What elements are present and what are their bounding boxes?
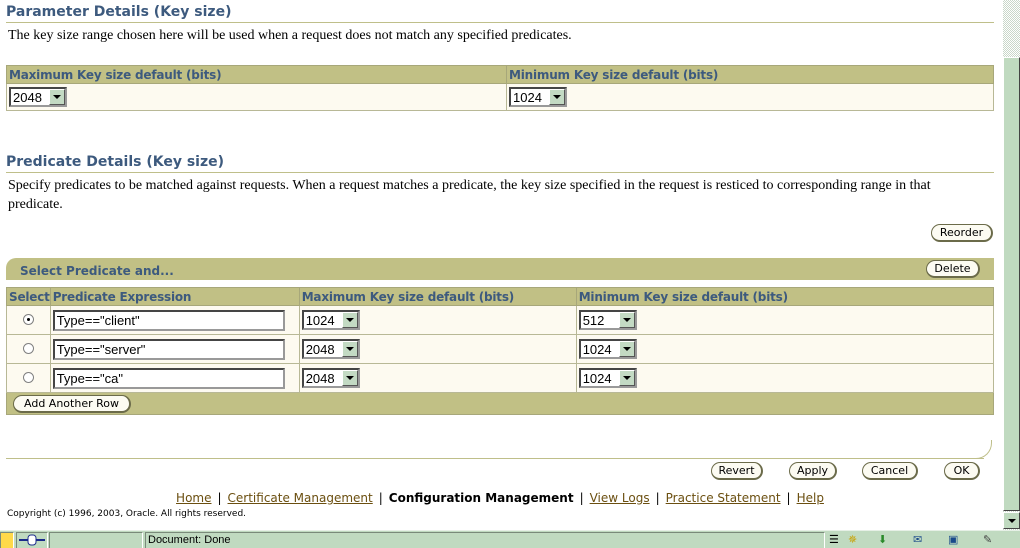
table-row: Type=="ca" 2048 1024 xyxy=(6,363,995,393)
scroll-down-arrow-icon[interactable] xyxy=(1003,512,1020,529)
add-row-bar: Add Another Row xyxy=(6,392,994,415)
section-divider xyxy=(6,22,994,23)
select-predicate-label: Select Predicate and... xyxy=(20,264,174,278)
column-header-max: Maximum Key size default (bits) xyxy=(6,65,507,84)
row-max-key-size-select[interactable]: 1024 xyxy=(301,310,360,330)
chevron-down-icon[interactable] xyxy=(341,341,358,357)
connection-icon xyxy=(16,532,48,548)
column-header-min: Minimum Key size default (bits) xyxy=(575,287,995,306)
lock-icon[interactable] xyxy=(0,532,14,548)
predicates-table: Select Predicate Expression Maximum Key … xyxy=(6,287,995,415)
delete-button[interactable]: Delete xyxy=(926,260,980,278)
predicate-details-title: Predicate Details (Key size) xyxy=(6,154,225,170)
footer-link-home[interactable]: Home xyxy=(176,491,211,505)
section-divider xyxy=(6,172,994,173)
footer-current-configuration-management: Configuration Management xyxy=(388,491,574,505)
predicate-expression-input[interactable]: Type=="client" xyxy=(52,309,285,331)
footer-link-practice-statement[interactable]: Practice Statement xyxy=(666,491,781,505)
row-max-key-size-select[interactable]: 2048 xyxy=(301,339,360,359)
menu-icon[interactable]: ☰ xyxy=(829,533,839,547)
navigator-icon[interactable]: ✵ xyxy=(848,533,857,547)
status-bar: Document: Done ☰ ✵ ⬇ ✉ ▣ ✎ xyxy=(0,530,1020,548)
parameter-details-description: The key size range chosen here will be u… xyxy=(8,28,572,43)
min-key-size-select[interactable]: 1024 xyxy=(509,87,567,107)
divider-corner xyxy=(974,440,992,459)
chat-icon[interactable]: ✉ xyxy=(913,533,922,547)
chevron-down-icon[interactable] xyxy=(618,312,635,328)
predicate-action-bar: Select Predicate and... Delete xyxy=(6,258,994,280)
vertical-scrollbar[interactable] xyxy=(1003,0,1020,530)
chevron-down-icon[interactable] xyxy=(341,312,358,328)
addressbook-icon[interactable]: ▣ xyxy=(948,533,958,547)
predicate-details-description: Specify predicates to be matched against… xyxy=(8,178,931,212)
apply-button[interactable]: Apply xyxy=(789,462,837,480)
progress-cell xyxy=(49,532,143,548)
row-min-key-size-select[interactable]: 1024 xyxy=(578,339,637,359)
predicate-expression-input[interactable]: Type=="server" xyxy=(52,338,285,360)
revert-button[interactable]: Revert xyxy=(711,462,763,480)
chevron-down-icon[interactable] xyxy=(618,341,635,357)
page-viewport: Parameter Details (Key size) The key siz… xyxy=(0,0,1003,530)
row-select-radio[interactable] xyxy=(22,372,34,384)
download-icon[interactable]: ⬇ xyxy=(878,533,887,547)
reorder-button[interactable]: Reorder xyxy=(931,224,993,242)
cancel-button[interactable]: Cancel xyxy=(862,462,918,480)
status-text: Document: Done xyxy=(145,532,825,548)
footer-nav: Home | Certificate Management | Configuratio… xyxy=(176,491,824,505)
chevron-down-icon[interactable] xyxy=(341,370,358,386)
footer-link-view-logs[interactable]: View Logs xyxy=(590,491,650,505)
ok-button[interactable]: OK xyxy=(944,462,980,480)
parameter-defaults-table: Maximum Key size default (bits) Minimum … xyxy=(6,65,994,111)
add-another-row-button[interactable]: Add Another Row xyxy=(13,395,131,413)
chevron-down-icon[interactable] xyxy=(49,89,65,105)
row-select-radio[interactable] xyxy=(22,343,34,355)
row-max-key-size-select[interactable]: 2048 xyxy=(301,368,360,388)
column-header-max: Maximum Key size default (bits) xyxy=(298,287,577,306)
predicate-expression-input[interactable]: Type=="ca" xyxy=(52,367,285,389)
footer-link-certificate-management[interactable]: Certificate Management xyxy=(228,491,373,505)
table-row: Type=="server" 2048 1024 xyxy=(6,334,995,364)
row-min-key-size-select[interactable]: 512 xyxy=(578,310,637,330)
parameter-details-title: Parameter Details (Key size) xyxy=(6,4,232,20)
footer-link-help[interactable]: Help xyxy=(797,491,824,505)
table-row: Type=="client" 1024 512 xyxy=(6,305,995,335)
composer-icon[interactable]: ✎ xyxy=(983,533,992,547)
copyright: Copyright (c) 1996, 2003, Oracle. All ri… xyxy=(7,509,247,519)
column-header-select: Select xyxy=(6,287,51,306)
column-header-min: Minimum Key size default (bits) xyxy=(506,65,994,84)
chevron-down-icon[interactable] xyxy=(549,89,565,105)
column-header-expression: Predicate Expression xyxy=(49,287,300,306)
row-min-key-size-select[interactable]: 1024 xyxy=(578,368,637,388)
chevron-down-icon[interactable] xyxy=(618,370,635,386)
max-key-size-select[interactable]: 2048 xyxy=(9,87,67,107)
scrollbar-thumb[interactable] xyxy=(1003,57,1020,511)
action-divider xyxy=(6,458,984,459)
row-select-radio[interactable] xyxy=(22,314,34,326)
